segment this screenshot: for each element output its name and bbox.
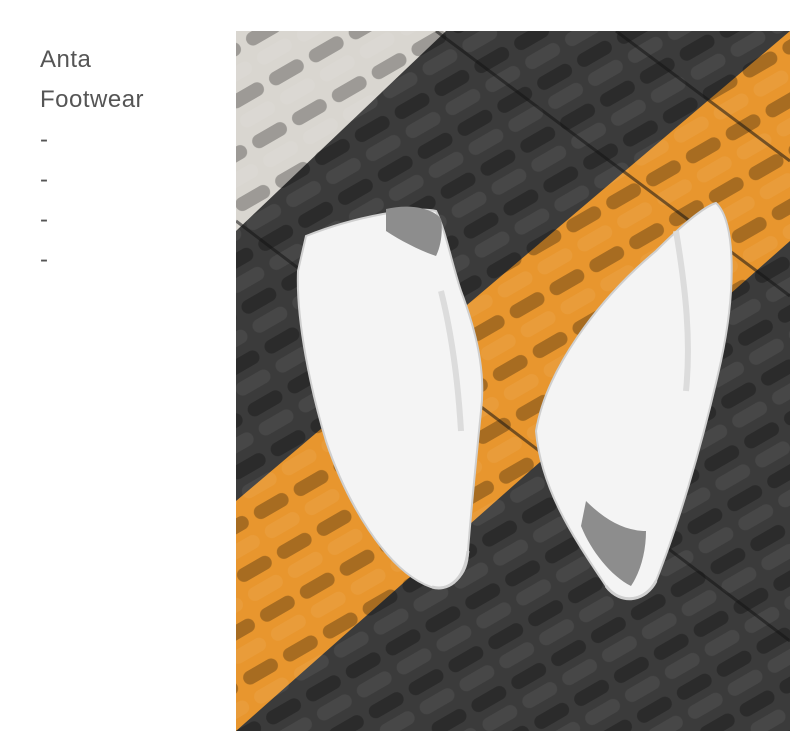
brand-name-line2: Footwear [40,86,145,113]
brand-name-line1: Anta [40,46,92,73]
list-marker: - [40,126,49,153]
list-marker: - [40,166,49,193]
list-marker: - [40,246,49,273]
product-photo [236,31,790,731]
sneakers-photo-illustration [236,31,790,731]
list-marker: - [40,206,49,233]
side-caption: Anta Footwear - - - - [40,40,220,280]
